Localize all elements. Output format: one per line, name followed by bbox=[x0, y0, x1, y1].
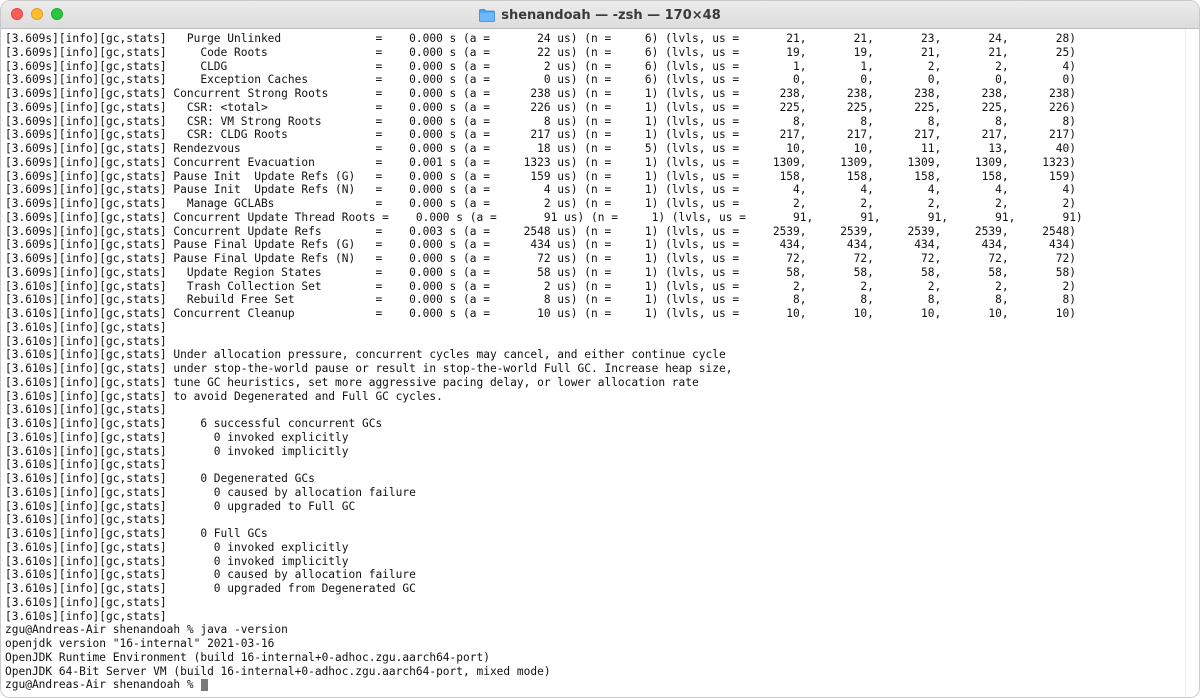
terminal-line: [3.609s][info][gc,stats] Concurrent Upda… bbox=[5, 224, 1076, 238]
window-title-group: shenandoah — -zsh — 170×48 bbox=[1, 1, 1199, 29]
terminal-line: [3.609s][info][gc,stats] Pause Final Upd… bbox=[5, 238, 1076, 252]
terminal-line: [3.609s][info][gc,stats] CSR: <total> = … bbox=[5, 100, 1076, 114]
terminal-line: [3.610s][info][gc,stats] to avoid Degene… bbox=[5, 389, 443, 403]
terminal-line: OpenJDK 64-Bit Server VM (build 16-inter… bbox=[5, 664, 551, 678]
title-bar[interactable]: shenandoah — -zsh — 170×48 bbox=[1, 1, 1199, 29]
terminal-line: [3.610s][info][gc,stats] 0 invoked expli… bbox=[5, 430, 349, 444]
terminal-line: [3.609s][info][gc,stats] Pause Final Upd… bbox=[5, 252, 1076, 265]
terminal-line: OpenJDK Runtime Environment (build 16-in… bbox=[5, 650, 490, 664]
terminal-line: [3.609s][info][gc,stats] Update Region S… bbox=[5, 265, 1076, 279]
terminal-line: [3.610s][info][gc,stats] bbox=[5, 609, 167, 623]
terminal-line: [3.610s][info][gc,stats] 0 invoked impli… bbox=[5, 554, 349, 568]
terminal-line: [3.610s][info][gc,stats] bbox=[5, 513, 167, 527]
text-cursor bbox=[201, 679, 209, 692]
terminal-line: [3.609s][info][gc,stats] Pause Init Upda… bbox=[5, 183, 1076, 197]
terminal-line: [3.610s][info][gc,stats] 0 upgraded to F… bbox=[5, 499, 356, 513]
terminal-line: [3.609s][info][gc,stats] Exception Cache… bbox=[5, 73, 1076, 87]
terminal-line: [3.610s][info][gc,stats] 0 invoked impli… bbox=[5, 444, 349, 458]
terminal-line: [3.610s][info][gc,stats] 6 successful co… bbox=[5, 417, 383, 430]
terminal-line: [3.609s][info][gc,stats] Manage GCLABs =… bbox=[5, 197, 1076, 210]
terminal-line: [3.609s][info][gc,stats] Pause Init Upda… bbox=[5, 169, 1076, 183]
terminal-line: [3.609s][info][gc,stats] Concurrent Evac… bbox=[5, 155, 1076, 169]
terminal-line: [3.610s][info][gc,stats] bbox=[5, 595, 167, 609]
terminal-line: [3.610s][info][gc,stats] bbox=[5, 320, 167, 334]
terminal-line: [3.610s][info][gc,stats] 0 Degenerated G… bbox=[5, 472, 315, 485]
terminal-line: zgu@Andreas-Air shenandoah % java -versi… bbox=[5, 623, 288, 637]
terminal-line: [3.609s][info][gc,stats] Code Roots = 0.… bbox=[5, 45, 1076, 59]
terminal-line: [3.609s][info][gc,stats] CLDG = 0.000 s … bbox=[5, 59, 1076, 73]
terminal-line: [3.610s][info][gc,stats] bbox=[5, 458, 167, 472]
terminal-line: [3.609s][info][gc,stats] Purge Unlinked … bbox=[5, 32, 1076, 45]
terminal-line: [3.610s][info][gc,stats] 0 Full GCs bbox=[5, 527, 268, 540]
terminal-line: [3.610s][info][gc,stats] Trash Collectio… bbox=[5, 279, 1076, 293]
terminal-line: [3.610s][info][gc,stats] bbox=[5, 334, 167, 348]
window-title: shenandoah — -zsh — 170×48 bbox=[501, 7, 721, 23]
terminal-line: [3.609s][info][gc,stats] Concurrent Upda… bbox=[5, 210, 1083, 224]
terminal-line: [3.609s][info][gc,stats] CSR: CLDG Roots… bbox=[5, 128, 1076, 142]
terminal-line: [3.609s][info][gc,stats] CSR: VM Strong … bbox=[5, 114, 1076, 128]
terminal-line: [3.610s][info][gc,stats] 0 caused by all… bbox=[5, 485, 416, 499]
terminal-line: openjdk version "16-internal" 2021-03-16 bbox=[5, 637, 275, 650]
terminal-line: [3.610s][info][gc,stats] under stop-the-… bbox=[5, 362, 733, 375]
folder-icon bbox=[479, 8, 496, 22]
prompt-text: zgu@Andreas-Air shenandoah % bbox=[5, 678, 201, 692]
terminal-line: [3.610s][info][gc,stats] 0 invoked expli… bbox=[5, 540, 349, 554]
terminal-line: [3.610s][info][gc,stats] tune GC heurist… bbox=[5, 375, 699, 389]
terminal-line: [3.610s][info][gc,stats] Under allocatio… bbox=[5, 348, 726, 362]
terminal-window: shenandoah — -zsh — 170×48 [3.609s][info… bbox=[0, 0, 1200, 698]
terminal-line: [3.610s][info][gc,stats] Rebuild Free Se… bbox=[5, 293, 1076, 307]
prompt-line[interactable]: zgu@Andreas-Air shenandoah % bbox=[5, 678, 1187, 692]
terminal-line: [3.609s][info][gc,stats] Rendezvous = 0.… bbox=[5, 142, 1076, 155]
terminal-line: [3.610s][info][gc,stats] 0 caused by all… bbox=[5, 568, 416, 582]
terminal-line: [3.610s][info][gc,stats] Concurrent Clea… bbox=[5, 307, 1076, 320]
terminal-line: [3.610s][info][gc,stats] 0 upgraded from… bbox=[5, 582, 416, 595]
terminal-line: [3.610s][info][gc,stats] bbox=[5, 403, 167, 417]
scrollbar[interactable] bbox=[1185, 29, 1199, 697]
terminal-output[interactable]: [3.609s][info][gc,stats] Purge Unlinked … bbox=[1, 29, 1187, 697]
terminal-line: [3.609s][info][gc,stats] Concurrent Stro… bbox=[5, 87, 1076, 100]
